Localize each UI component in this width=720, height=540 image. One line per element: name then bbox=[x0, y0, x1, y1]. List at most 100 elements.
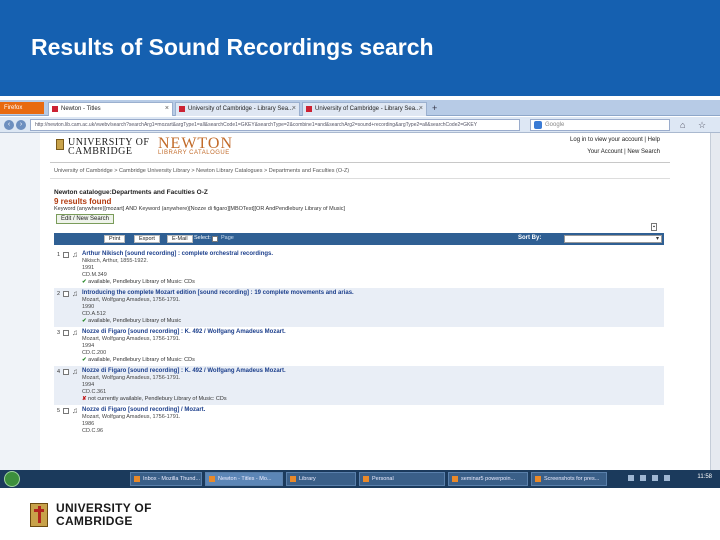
sound-recording-icon: ♫ bbox=[72, 406, 78, 415]
result-title-link[interactable]: Arthur Nikisch [sound recording] : compl… bbox=[82, 251, 664, 258]
result-author: Mozart, Wolfgang Amadeus, 1756-1791. bbox=[82, 297, 181, 303]
taskbar-item[interactable]: Inbox - Mozilla Thund... bbox=[130, 472, 202, 486]
footer-line2: CAMBRIDGE bbox=[56, 514, 133, 528]
result-title-link[interactable]: Nozze di Figaro [sound recording] : K. 4… bbox=[82, 368, 664, 375]
result-author: Mozart, Wolfgang Amadeus, 1756-1791. bbox=[82, 375, 181, 381]
slide-header: Results of Sound Recordings search bbox=[0, 0, 720, 96]
result-title-link[interactable]: Nozze di Figaro [sound recording] : K. 4… bbox=[82, 329, 664, 336]
tab-library-search-1[interactable]: University of Cambridge - Library Sea...… bbox=[175, 102, 300, 116]
breadcrumb[interactable]: University of Cambridge > Cambridge Univ… bbox=[54, 168, 349, 174]
taskbar-item-label: Library bbox=[299, 476, 316, 482]
back-icon[interactable]: ‹ bbox=[4, 120, 14, 130]
tray-battery-icon[interactable] bbox=[652, 475, 658, 481]
sound-recording-icon: ♫ bbox=[72, 289, 78, 298]
taskbar-item[interactable]: seminar5 powerpoin... bbox=[448, 472, 528, 486]
tray-flag-icon[interactable] bbox=[664, 475, 670, 481]
print-button[interactable]: Print bbox=[104, 235, 126, 243]
browser-screenshot: Firefox Newton - Titles × University of … bbox=[0, 100, 720, 488]
tab-library-search-2[interactable]: University of Cambridge - Library Sea...… bbox=[302, 102, 427, 116]
result-number: 3 bbox=[57, 330, 61, 336]
app-icon bbox=[209, 476, 215, 482]
bookmark-star-icon[interactable]: ☆ bbox=[698, 119, 710, 131]
select-page-checkbox[interactable] bbox=[212, 236, 218, 242]
result-shelfmark: CD.A.512 bbox=[82, 311, 106, 317]
result-number: 4 bbox=[57, 369, 61, 375]
result-checkbox[interactable] bbox=[63, 330, 69, 336]
result-year: 1986 bbox=[82, 421, 95, 427]
availability-text: available, Pendlebury Library of Music bbox=[88, 318, 182, 324]
scroll-marker-icon[interactable]: ▪ bbox=[651, 223, 657, 231]
sort-by-label: Sort By: bbox=[518, 235, 542, 241]
slide-footer: UNIVERSITY OF CAMBRIDGE bbox=[0, 488, 720, 540]
university-crest-icon bbox=[30, 503, 48, 527]
taskbar-item[interactable]: Library bbox=[286, 472, 356, 486]
result-checkbox[interactable] bbox=[63, 369, 69, 375]
result-shelfmark: CD.C.96 bbox=[82, 428, 104, 434]
result-row: 2 ♫ Introducing the complete Mozart edit… bbox=[54, 288, 664, 327]
result-year: 1990 bbox=[82, 304, 95, 310]
taskbar-item[interactable]: Personal bbox=[359, 472, 445, 486]
export-button[interactable]: Export bbox=[134, 235, 160, 243]
newton-logo[interactable]: NEWTON bbox=[158, 136, 233, 152]
availability-text: available, Pendlebury Library of Music: … bbox=[88, 357, 195, 363]
forward-icon[interactable]: › bbox=[16, 120, 26, 130]
result-title-link[interactable]: Nozze di Figaro [sound recording] / Moza… bbox=[82, 407, 664, 414]
search-query-summary: Keyword (anywhere)[mozart] AND Keyword (… bbox=[54, 206, 346, 212]
page-favicon-icon bbox=[179, 106, 185, 112]
result-row: 4 ♫ Nozze di Figaro [sound recording] : … bbox=[54, 366, 664, 405]
select-label: Select: bbox=[194, 235, 211, 241]
search-input[interactable]: Google bbox=[530, 119, 670, 131]
close-icon[interactable]: × bbox=[292, 103, 296, 115]
tab-label: University of Cambridge - Library Sea... bbox=[188, 106, 294, 112]
sort-by-select[interactable]: ▾ bbox=[564, 235, 662, 243]
result-checkbox[interactable] bbox=[63, 291, 69, 297]
university-crest-icon bbox=[56, 139, 64, 150]
result-row: 1 ♫ Arthur Nikisch [sound recording] : c… bbox=[54, 249, 664, 288]
windows-start-icon[interactable] bbox=[4, 471, 20, 487]
result-checkbox[interactable] bbox=[63, 252, 69, 258]
taskbar-item[interactable]: Newton - Titles - Mo... bbox=[205, 472, 283, 486]
page-favicon-icon bbox=[306, 106, 312, 112]
taskbar-item-label: Screenshots for pres... bbox=[544, 476, 600, 482]
result-number: 1 bbox=[57, 252, 61, 258]
university-logo-text[interactable]: UNIVERSITY OF CAMBRIDGE bbox=[68, 138, 149, 157]
tab-label: Newton - Titles bbox=[61, 106, 101, 112]
result-availability: ✔ available, Pendlebury Library of Music… bbox=[82, 357, 664, 364]
result-year: 1994 bbox=[82, 343, 95, 349]
result-author: Mozart, Wolfgang Amadeus, 1756-1791. bbox=[82, 336, 181, 342]
account-links[interactable]: Your Account | New Search bbox=[587, 149, 660, 155]
tab-newton-titles[interactable]: Newton - Titles × bbox=[48, 102, 173, 116]
firefox-menu-button[interactable]: Firefox bbox=[0, 102, 44, 114]
taskbar-item[interactable]: Screenshots for pres... bbox=[531, 472, 607, 486]
result-author: Nikisch, Arthur, 1855-1922. bbox=[82, 258, 149, 264]
result-checkbox[interactable] bbox=[63, 408, 69, 414]
tray-volume-icon[interactable] bbox=[640, 475, 646, 481]
uc-line2: CAMBRIDGE bbox=[68, 146, 133, 157]
taskbar-item-label: Newton - Titles - Mo... bbox=[218, 476, 272, 482]
new-tab-button[interactable]: + bbox=[432, 103, 437, 113]
available-check-icon: ✔ bbox=[82, 279, 87, 285]
tray-network-icon[interactable] bbox=[628, 475, 634, 481]
result-title-link[interactable]: Introducing the complete Mozart edition … bbox=[82, 290, 664, 297]
taskbar-item-label: Inbox - Mozilla Thund... bbox=[143, 476, 201, 482]
close-icon[interactable]: × bbox=[165, 103, 169, 115]
newton-subtitle: LIBRARY CATALOGUE bbox=[158, 150, 230, 156]
email-button[interactable]: E-Mail bbox=[167, 235, 193, 243]
result-availability: ✔ available, Pendlebury Library of Music… bbox=[82, 279, 664, 286]
navigation-bar: ‹ › http://newton.lib.cam.ac.uk/vwebv/se… bbox=[0, 117, 720, 133]
address-bar[interactable]: http://newton.lib.cam.ac.uk/vwebv/search… bbox=[30, 119, 520, 131]
result-availability: ✘ not currently available, Pendlebury Li… bbox=[82, 396, 664, 403]
slide-title: Results of Sound Recordings search bbox=[31, 34, 434, 60]
taskbar-clock[interactable]: 11:58 bbox=[697, 474, 712, 480]
results-count: 9 results found bbox=[54, 197, 112, 206]
vertical-scrollbar[interactable] bbox=[710, 133, 720, 473]
availability-text: not currently available, Pendlebury Libr… bbox=[88, 396, 227, 402]
tab-label: University of Cambridge - Library Sea... bbox=[315, 106, 421, 112]
edit-search-button[interactable]: Edit / New Search bbox=[56, 214, 115, 224]
login-link[interactable]: Log in to view your account | Help bbox=[570, 137, 660, 143]
divider bbox=[50, 162, 670, 163]
select-page-label: Page bbox=[221, 235, 234, 241]
close-icon[interactable]: × bbox=[419, 103, 423, 115]
page-favicon-icon bbox=[52, 106, 58, 112]
home-icon[interactable]: ⌂ bbox=[680, 119, 692, 131]
